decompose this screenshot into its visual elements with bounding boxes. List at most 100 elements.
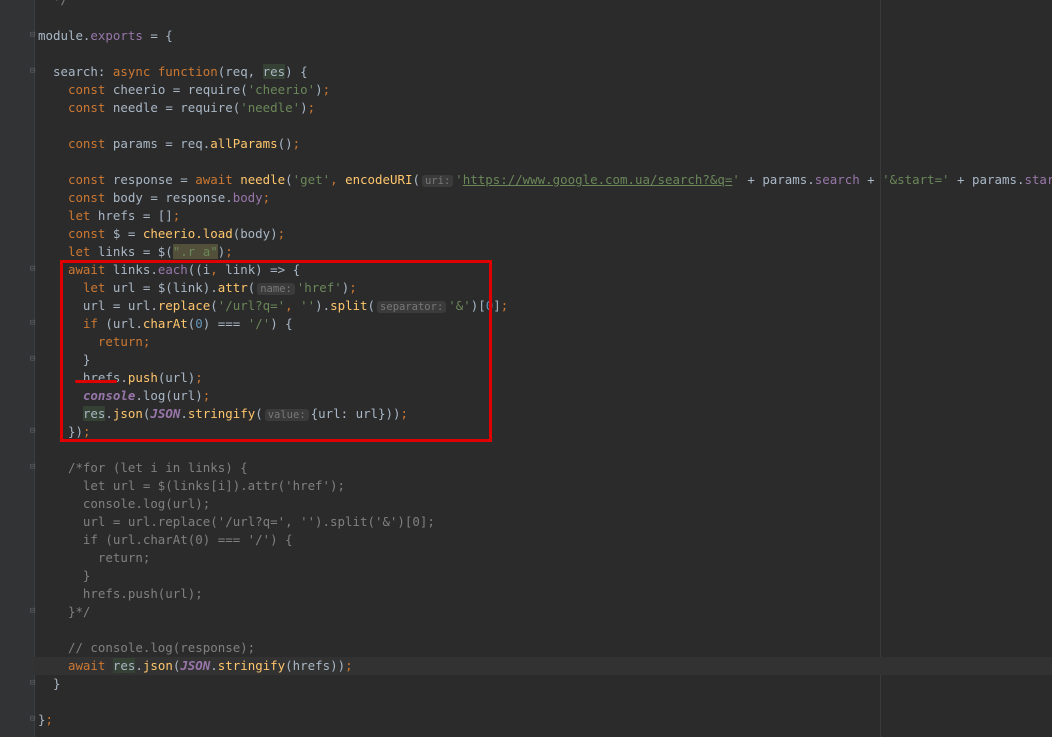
code-token: body = response. — [112, 190, 233, 205]
code-token: encodeURI — [345, 172, 413, 187]
code-token: if (url.charAt(0) === '/') { — [38, 532, 293, 547]
code-token: (req, — [217, 64, 263, 79]
code-token: ; — [292, 136, 301, 151]
code-token: ; — [262, 190, 271, 205]
code-token: + — [859, 172, 883, 187]
code-token: async function — [112, 64, 218, 79]
code-token: ; — [500, 298, 509, 313]
code-line[interactable]: const body = response.body; — [38, 189, 1052, 207]
code-token: ; — [45, 712, 54, 727]
fold-toggle-icon[interactable]: ⊟ — [30, 463, 37, 472]
code-token: const — [67, 82, 113, 97]
code-token: // console.log(response); — [38, 640, 256, 655]
code-token: const — [67, 136, 113, 151]
code-token: search — [38, 64, 98, 79]
code-token: search — [814, 172, 860, 187]
fold-toggle-icon[interactable]: ⊟ — [30, 319, 37, 328]
code-line[interactable] — [38, 441, 1052, 459]
code-line[interactable]: if (url.charAt(0) === '/') { — [38, 531, 1052, 549]
code-token: start — [1024, 172, 1052, 187]
code-line[interactable]: const $ = cheerio.load(body); — [38, 225, 1052, 243]
code-line[interactable]: ⊟ module.exports = { — [30, 27, 1052, 45]
code-token: . — [210, 658, 218, 673]
code-token: ) { — [285, 64, 308, 79]
code-line[interactable] — [38, 9, 1052, 27]
code-token: json — [142, 658, 173, 673]
code-line[interactable]: } — [38, 567, 1052, 585]
fold-toggle-icon[interactable]: ⊟ — [30, 679, 37, 688]
code-line[interactable]: const cheerio = require('cheerio'); — [38, 81, 1052, 99]
code-token: return; — [38, 550, 151, 565]
code-line[interactable]: ⊟ } — [30, 675, 1052, 693]
code-token: const — [67, 190, 113, 205]
code-line[interactable] — [38, 693, 1052, 711]
code-token: ; — [277, 226, 286, 241]
code-token: cheerio.load — [142, 226, 233, 241]
code-line-current[interactable]: await res.json(JSON.stringify(hrefs)); — [34, 657, 1052, 675]
code-line[interactable]: ⊟ /*for (let i in links) { — [30, 459, 1052, 477]
code-token: const — [67, 100, 113, 115]
code-line[interactable] — [38, 117, 1052, 135]
code-line[interactable]: url = url.replace('/url?q=', '').split('… — [38, 513, 1052, 531]
code-line[interactable]: ⊟ }*/ — [30, 603, 1052, 621]
fold-toggle-icon[interactable]: ⊟ — [30, 265, 37, 274]
code-token: ; — [307, 100, 316, 115]
code-line[interactable]: ⊟ search: async function(req, res) { — [30, 63, 1052, 81]
code-token: exports — [90, 28, 143, 43]
code-line[interactable] — [38, 153, 1052, 171]
code-token: = { — [142, 28, 173, 43]
fold-toggle-icon[interactable]: ⊟ — [30, 67, 37, 76]
code-line[interactable]: const response = await needle('get', enc… — [38, 171, 1052, 189]
code-token: ( — [412, 172, 420, 187]
code-line[interactable]: console.log(url); — [38, 495, 1052, 513]
code-token: } — [38, 712, 46, 727]
code-token: } — [38, 568, 91, 583]
code-token: ; — [225, 244, 233, 259]
code-token: body — [232, 190, 263, 205]
code-token: res — [112, 658, 136, 673]
code-token: + params. — [739, 172, 815, 187]
code-line[interactable] — [38, 45, 1052, 63]
code-token: hrefs.push(url); — [38, 586, 203, 601]
code-line[interactable]: const params = req.allParams(); — [38, 135, 1052, 153]
fold-toggle-icon[interactable]: ⊟ — [30, 31, 37, 40]
code-token: . — [135, 658, 143, 673]
code-line[interactable]: let hrefs = []; — [38, 207, 1052, 225]
code-line[interactable]: */ — [38, 0, 1052, 9]
annotation-underline — [75, 380, 117, 383]
code-token: = require( — [157, 100, 241, 115]
code-token: let — [67, 244, 98, 259]
code-token: stringify — [217, 658, 286, 673]
code-token: needle — [240, 172, 286, 187]
gutter-divider — [34, 0, 35, 737]
code-token: url = url.replace('/url?q=', '').split('… — [38, 514, 435, 529]
fold-toggle-icon[interactable]: ⊟ — [30, 427, 37, 436]
code-token: res — [262, 64, 286, 79]
code-token: $ = — [112, 226, 143, 241]
code-token: /*for (let i in links) { — [38, 460, 248, 475]
fold-toggle-icon[interactable]: ⊟ — [30, 355, 37, 364]
code-token: let — [67, 208, 98, 223]
code-line[interactable]: hrefs.push(url); — [38, 585, 1052, 603]
code-token: () — [277, 136, 293, 151]
fold-toggle-icon[interactable]: ⊟ — [30, 607, 37, 616]
code-token: console.log(url); — [38, 496, 211, 511]
code-line[interactable]: return; — [38, 549, 1052, 567]
fold-toggle-icon[interactable]: ⊟ — [30, 715, 37, 724]
code-token: ] — [493, 298, 501, 313]
code-line[interactable]: ⊟}; — [30, 711, 1052, 729]
code-token: const — [67, 172, 113, 187]
code-token: 'cheerio' — [247, 82, 316, 97]
code-line[interactable]: let url = $(links[i]).attr('href'); — [38, 477, 1052, 495]
code-line[interactable] — [38, 621, 1052, 639]
code-token: 'needle' — [240, 100, 301, 115]
code-line[interactable]: let links = $(".r a"); — [38, 243, 1052, 261]
code-line[interactable]: // console.log(response); — [38, 639, 1052, 657]
code-line[interactable]: const needle = require('needle'); — [38, 99, 1052, 117]
code-token: */ — [38, 0, 68, 7]
